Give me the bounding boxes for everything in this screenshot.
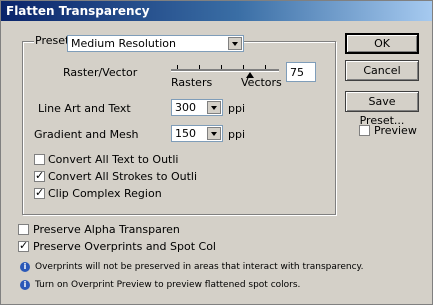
line-art-value: 300 — [175, 101, 196, 114]
slider-tick — [243, 65, 244, 69]
preserve-overprints-checkbox[interactable] — [18, 239, 29, 252]
vectors-label: Vectors — [241, 76, 282, 89]
title-bar[interactable]: Flatten Transparency — [1, 1, 432, 21]
slider-tick — [265, 65, 266, 69]
convert-strokes-checkbox[interactable] — [34, 169, 45, 182]
line-art-unit: ppi — [228, 102, 246, 115]
gradient-mesh-unit: ppi — [228, 128, 246, 141]
rasters-label: Rasters — [171, 76, 213, 89]
preview-checkbox[interactable] — [359, 125, 370, 136]
gradient-mesh-label: Gradient and Mesh — [34, 128, 139, 141]
info-icon: i — [20, 280, 30, 290]
raster-vector-slider[interactable] — [171, 69, 279, 72]
gradient-mesh-select[interactable]: 150 — [171, 125, 223, 142]
raster-vector-input[interactable]: 75 — [286, 62, 316, 82]
preset-value: Medium Resolution — [71, 37, 176, 50]
raster-vector-value: 75 — [290, 66, 304, 79]
raster-vector-label: Raster/Vector — [63, 66, 138, 79]
preserve-alpha-label: Preserve Alpha Transparen — [33, 223, 180, 236]
chevron-down-icon[interactable] — [207, 127, 221, 140]
preset-select[interactable]: Medium Resolution — [67, 35, 244, 52]
slider-tick — [177, 65, 178, 69]
flatten-transparency-dialog: Flatten Transparency Preset: Medium Reso… — [0, 0, 433, 305]
clip-complex-label: Clip Complex Region — [48, 187, 162, 200]
cancel-button[interactable]: Cancel — [345, 60, 419, 81]
convert-text-checkbox[interactable] — [34, 154, 45, 165]
convert-strokes-label: Convert All Strokes to Outli — [48, 170, 197, 183]
clip-complex-checkbox[interactable] — [34, 186, 45, 199]
line-art-select[interactable]: 300 — [171, 99, 223, 116]
overprint-preview-note: Turn on Overprint Preview to preview fla… — [35, 280, 301, 290]
line-art-label: Line Art and Text — [38, 102, 131, 115]
window-title: Flatten Transparency — [6, 4, 150, 18]
preserve-alpha-checkbox[interactable] — [18, 224, 29, 235]
slider-tick — [221, 65, 222, 69]
preview-label: Preview — [374, 124, 417, 137]
preserve-overprints-label: Preserve Overprints and Spot Col — [33, 240, 216, 253]
ok-button[interactable]: OK — [345, 33, 419, 54]
gradient-mesh-value: 150 — [175, 127, 196, 140]
overprint-note: Overprints will not be preserved in area… — [35, 262, 364, 272]
slider-tick — [199, 65, 200, 69]
save-preset-button[interactable]: Save Preset... — [345, 91, 419, 127]
info-icon: i — [20, 262, 30, 272]
chevron-down-icon[interactable] — [228, 37, 242, 50]
convert-text-label: Convert All Text to Outli — [48, 153, 179, 166]
chevron-down-icon[interactable] — [207, 101, 221, 114]
